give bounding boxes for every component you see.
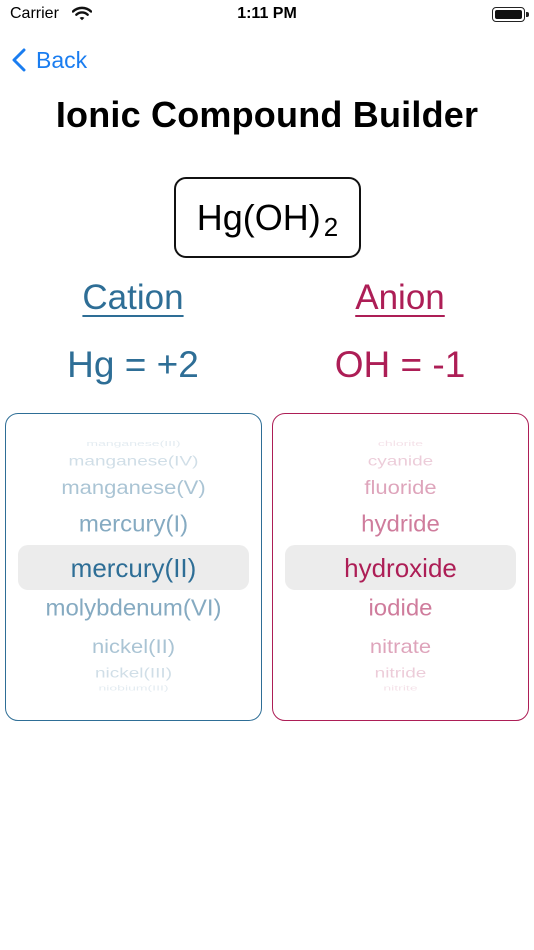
picker-item[interactable]: cyanide <box>273 454 528 470</box>
anion-picker[interactable]: chlorite cyanide fluoride hydride hydrox… <box>272 413 529 721</box>
picker-item-selected[interactable]: hydroxide <box>273 553 528 584</box>
cation-picker[interactable]: manganese(III) manganese(IV) manganese(V… <box>5 413 262 721</box>
picker-item[interactable]: niobium(III) <box>6 684 261 693</box>
cation-header[interactable]: Cation <box>33 278 233 318</box>
cation-charge: Hg = +2 <box>67 344 199 385</box>
formula-main: Hg(OH) <box>196 196 321 238</box>
battery-icon <box>492 7 529 22</box>
picker-item[interactable]: chlorite <box>273 439 528 448</box>
picker-item-selected[interactable]: mercury(II) <box>6 553 261 584</box>
picker-item[interactable]: nitrate <box>273 636 528 659</box>
picker-item[interactable]: hydride <box>273 512 528 539</box>
picker-item[interactable]: nitrite <box>273 684 528 693</box>
picker-item[interactable]: nitride <box>273 666 528 682</box>
picker-item[interactable]: manganese(III) <box>6 439 261 448</box>
page-title: Ionic Compound Builder <box>55 94 479 135</box>
formula-display: Hg(OH) 2 <box>174 177 361 258</box>
picker-item[interactable]: iodide <box>273 596 528 623</box>
anion-header[interactable]: Anion <box>300 278 500 318</box>
picker-item[interactable]: nickel(II) <box>6 636 261 659</box>
picker-item[interactable]: nickel(III) <box>6 666 261 682</box>
status-bar: Carrier 1:11 PM <box>0 0 534 30</box>
formula-subscript: 2 <box>323 212 339 242</box>
picker-item[interactable]: manganese(V) <box>6 477 261 500</box>
back-label: Back <box>36 46 88 73</box>
picker-item[interactable]: fluoride <box>273 477 528 500</box>
picker-item[interactable]: mercury(I) <box>6 512 261 539</box>
anion-charge: OH = -1 <box>334 344 466 385</box>
clock: 1:11 PM <box>237 5 297 22</box>
picker-item[interactable]: manganese(IV) <box>6 454 261 470</box>
picker-item[interactable]: molybdenum(VI) <box>6 596 261 623</box>
chevron-left-icon <box>12 48 26 72</box>
back-button[interactable]: Back <box>12 44 87 76</box>
